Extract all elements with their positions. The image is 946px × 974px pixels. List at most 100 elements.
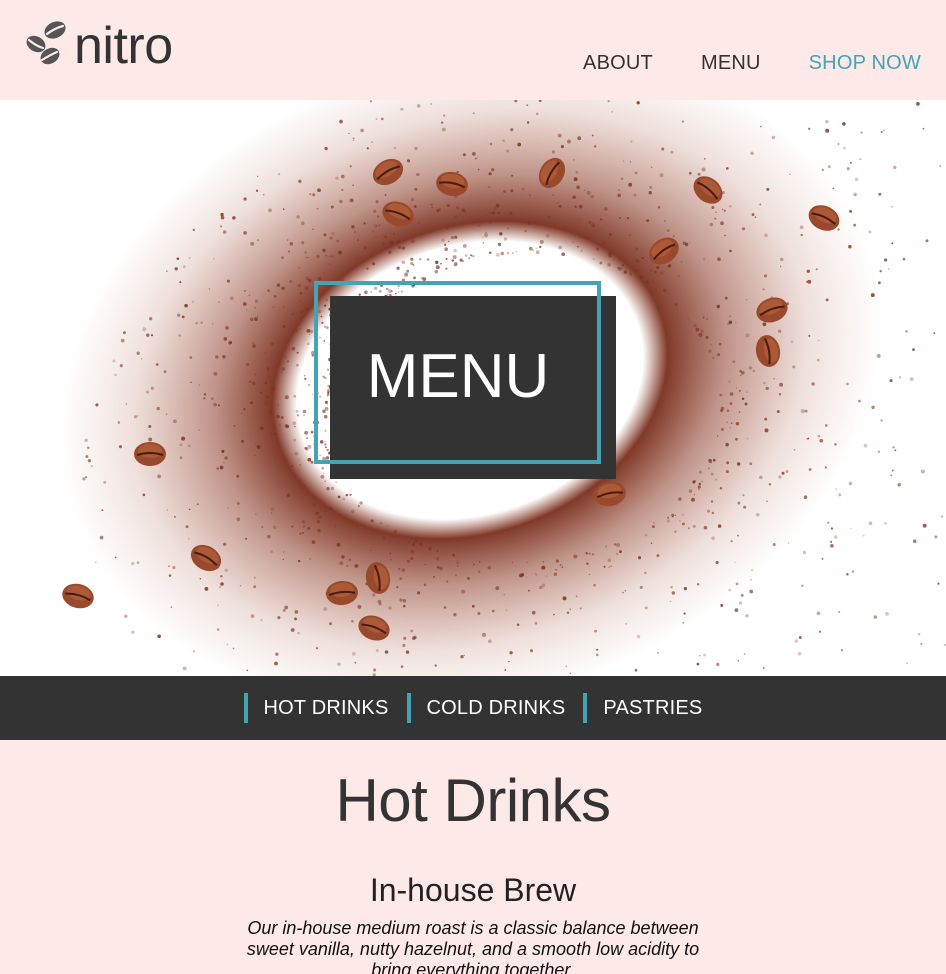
coffee-speck <box>808 334 811 337</box>
coffee-speck <box>305 276 310 281</box>
coffee-speck <box>561 252 566 257</box>
coffee-speck <box>740 374 742 376</box>
coffee-speck <box>477 223 481 228</box>
menu-section: Hot Drinks In-house Brew Our in-house me… <box>0 740 946 974</box>
coffee-speck <box>317 188 321 193</box>
coffee-speck <box>372 593 376 597</box>
coffee-speck <box>616 543 620 548</box>
coffee-speck <box>482 236 484 238</box>
coffee-speck <box>462 260 464 263</box>
category-hot-drinks[interactable]: HOT DRINKS <box>243 676 389 740</box>
coffee-speck <box>890 205 893 208</box>
coffee-speck <box>453 262 458 267</box>
coffee-speck <box>573 159 575 161</box>
coffee-speck <box>497 242 502 247</box>
coffee-speck <box>566 611 570 615</box>
coffee-speck <box>922 523 927 528</box>
coffee-speck <box>620 177 624 181</box>
coffee-speck <box>557 133 562 138</box>
coffee-speck <box>729 315 731 317</box>
coffee-speck <box>815 268 818 271</box>
coffee-speck <box>728 320 733 325</box>
coffee-speck <box>534 622 538 625</box>
coffee-speck <box>300 309 304 314</box>
coffee-speck <box>284 356 286 358</box>
coffee-speck <box>871 405 875 410</box>
nav-menu[interactable]: MENU <box>701 50 761 76</box>
coffee-speck <box>937 582 940 585</box>
coffee-speck <box>149 317 153 321</box>
coffee-speck <box>651 525 655 529</box>
coffee-speck <box>622 160 625 162</box>
coffee-speck <box>715 211 717 213</box>
main-nav: ABOUT MENU SHOP NOW <box>583 50 921 76</box>
coffee-speck <box>352 137 355 140</box>
coffee-speck <box>880 130 883 133</box>
coffee-speck <box>618 266 622 271</box>
coffee-speck <box>456 206 460 210</box>
coffee-speck <box>853 223 856 227</box>
category-cold-drinks[interactable]: COLD DRINKS <box>406 676 566 740</box>
coffee-speck <box>455 560 460 565</box>
coffee-speck <box>579 607 582 610</box>
nav-shop-now[interactable]: SHOP NOW <box>809 50 921 76</box>
coffee-speck <box>393 146 396 150</box>
coffee-speck <box>264 352 267 355</box>
coffee-speck <box>357 504 360 508</box>
coffee-speck <box>768 482 772 486</box>
coffee-speck <box>289 241 294 246</box>
coffee-speck <box>307 444 312 449</box>
coffee-speck <box>282 306 285 308</box>
coffee-speck <box>816 611 821 616</box>
coffee-speck <box>323 607 328 611</box>
coffee-speck <box>318 515 322 519</box>
coffee-speck <box>329 622 332 626</box>
coffee-speck <box>300 300 302 303</box>
coffee-speck <box>745 333 750 338</box>
coffee-speck <box>294 425 296 428</box>
coffee-speck <box>678 520 681 522</box>
coffee-speck <box>609 233 612 236</box>
coffee-speck <box>594 629 598 633</box>
coffee-speck <box>521 187 525 191</box>
coffee-speck <box>188 538 190 540</box>
coffee-speck <box>526 121 530 124</box>
coffee-speck <box>509 651 513 655</box>
coffee-speck <box>765 386 769 391</box>
coffee-speck <box>403 636 407 640</box>
coffee-speck <box>835 488 838 490</box>
coffee-speck <box>296 363 299 367</box>
coffee-speck <box>286 360 290 363</box>
coffee-speck <box>304 377 307 380</box>
coffee-speck <box>445 267 448 270</box>
coffee-speck <box>373 668 377 672</box>
coffee-speck <box>311 393 314 396</box>
coffee-speck <box>266 367 268 369</box>
coffee-speck <box>221 450 225 454</box>
coffee-speck <box>751 213 755 217</box>
coffee-speck <box>720 221 724 226</box>
coffee-speck <box>682 513 684 516</box>
coffee-speck <box>779 265 782 268</box>
coffee-speck <box>250 614 255 618</box>
coffee-speck <box>488 186 491 188</box>
category-pastries[interactable]: PASTRIES <box>583 676 702 740</box>
coffee-speck <box>639 276 643 279</box>
coffee-speck <box>877 450 881 453</box>
coffee-speck <box>382 242 386 245</box>
coffee-speck <box>592 553 594 556</box>
coffee-speck <box>851 570 855 573</box>
coffee-speck <box>446 204 450 208</box>
coffee-speck <box>470 254 473 257</box>
coffee-speck <box>197 503 199 506</box>
coffee-speck <box>398 567 401 571</box>
coffee-speck <box>464 254 468 257</box>
logo[interactable]: nitro <box>24 16 173 76</box>
coffee-speck <box>372 262 376 266</box>
coffee-speck <box>224 456 228 460</box>
coffee-speck <box>443 114 446 117</box>
coffee-speck <box>504 668 507 672</box>
coffee-speck <box>213 371 218 376</box>
nav-about[interactable]: ABOUT <box>583 50 653 76</box>
coffee-speck <box>428 548 431 551</box>
